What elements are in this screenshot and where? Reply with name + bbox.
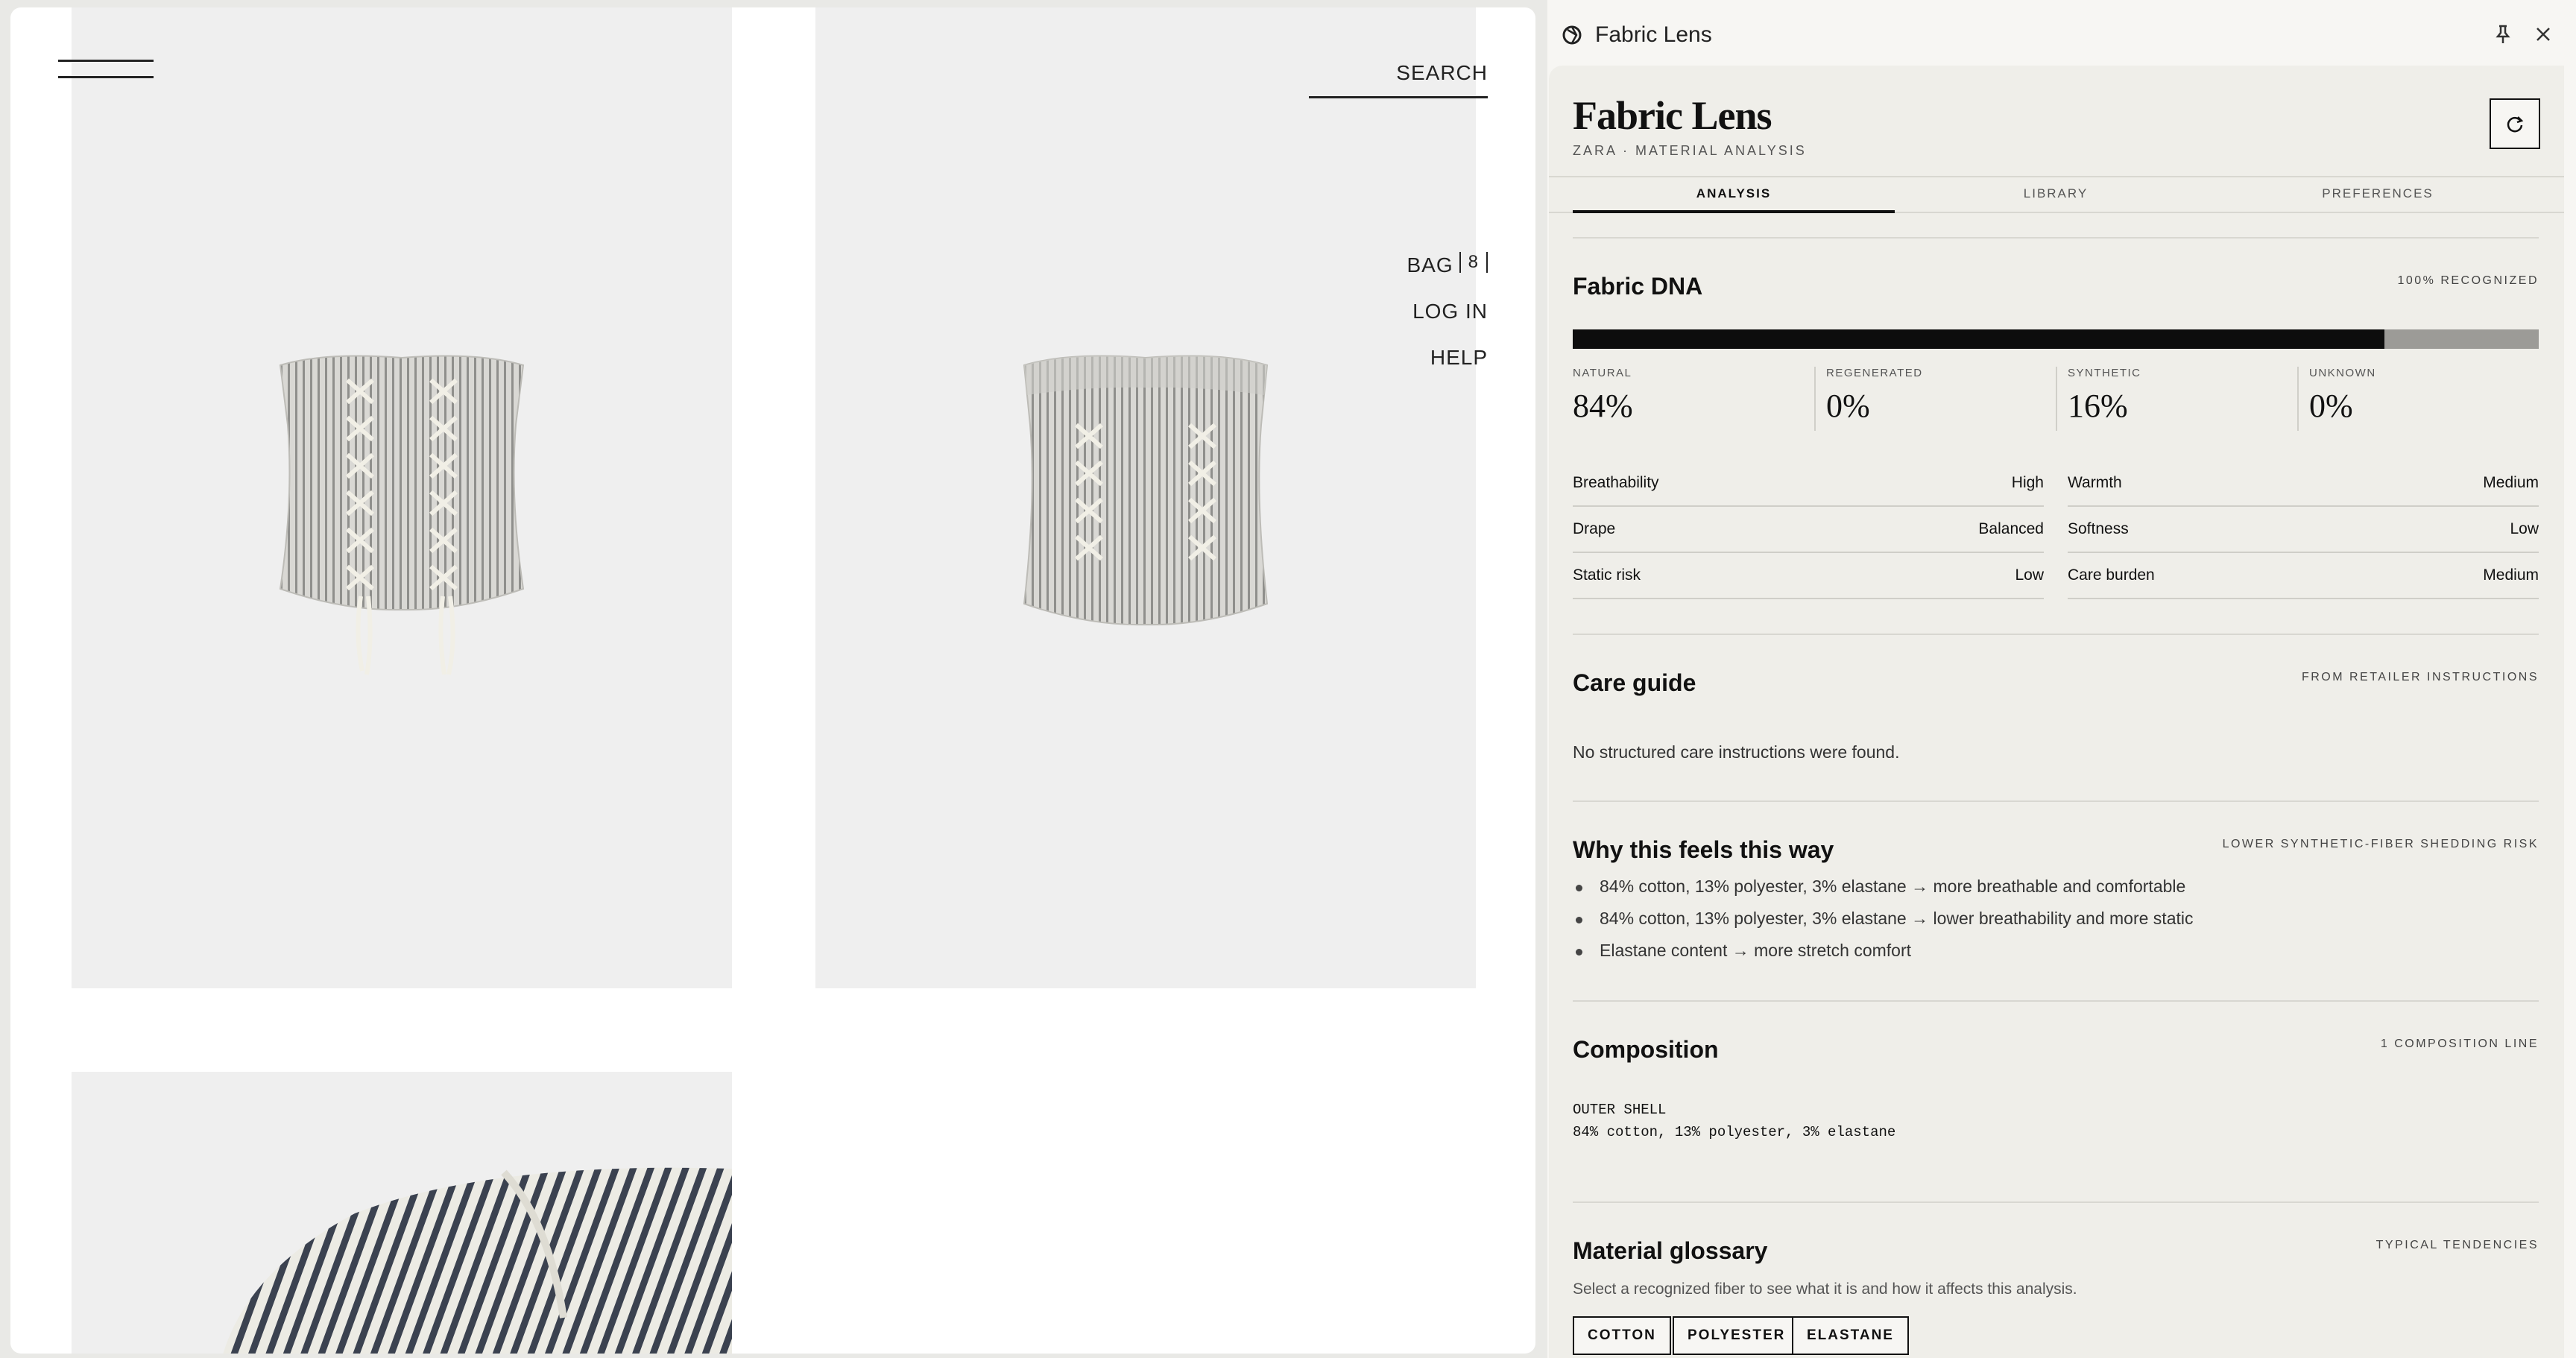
close-icon[interactable] xyxy=(2531,22,2555,46)
property-key: Care burden xyxy=(2068,566,2155,584)
composition-tag: 1 COMPOSITION LINE xyxy=(2380,1038,2539,1050)
why-bullet-list: 84% cotton, 13% polyester, 3% elastane →… xyxy=(1576,877,2194,973)
property-softness: Softness Low xyxy=(2068,507,2539,553)
panel-content: Fabric Lens ZARA · MATERIAL ANALYSIS ANA… xyxy=(1549,66,2564,1358)
bag-count-badge: 8 xyxy=(1459,252,1488,273)
chip-cotton[interactable]: COTTON xyxy=(1573,1316,1671,1355)
composition-title: Composition xyxy=(1573,1036,1719,1063)
stat-label: SYNTHETIC xyxy=(2068,367,2141,379)
stat-label: NATURAL xyxy=(1573,367,1632,379)
tab-analysis[interactable]: ANALYSIS xyxy=(1573,177,1895,213)
bag-label: BAG xyxy=(1407,253,1453,277)
property-value: Medium xyxy=(2483,566,2539,584)
property-value: Low xyxy=(2015,566,2044,584)
stat-value: 0% xyxy=(2309,388,2353,424)
property-breathability: Breathability High xyxy=(1573,461,2044,507)
glossary-hint: Select a recognized fiber to see what it… xyxy=(1573,1280,2077,1298)
composition-part: OUTER SHELL xyxy=(1573,1102,1667,1118)
stat-value: 16% xyxy=(2068,388,2128,424)
product-image-detail[interactable] xyxy=(72,1072,732,1354)
divider xyxy=(1573,634,2539,635)
glossary-title: Material glossary xyxy=(1573,1237,1768,1264)
property-key: Warmth xyxy=(2068,474,2122,491)
stat-natural: NATURAL 84% xyxy=(1573,367,1804,431)
property-drape: Drape Balanced xyxy=(1573,507,2044,553)
brand-title: Fabric Lens xyxy=(1573,93,1772,138)
property-value: High xyxy=(2011,474,2044,491)
help-link[interactable]: HELP xyxy=(1407,346,1489,370)
tab-preferences[interactable]: PREFERENCES xyxy=(2217,177,2539,213)
tab-library[interactable]: LIBRARY xyxy=(1895,177,2217,213)
chip-polyester[interactable]: POLYESTER xyxy=(1673,1316,1801,1355)
care-guide-message: No structured care instructions were fou… xyxy=(1573,742,1900,762)
composition-line: 84% cotton, 13% polyester, 3% elastane xyxy=(1573,1124,1896,1140)
stat-label: REGENERATED xyxy=(1826,367,1923,379)
panel-header: Fabric Lens xyxy=(1547,0,2576,66)
property-key: Breathability xyxy=(1573,474,1659,491)
property-key: Static risk xyxy=(1573,566,1641,584)
fabric-dna-title: Fabric DNA xyxy=(1573,273,1703,300)
stat-label: UNKNOWN xyxy=(2309,367,2376,379)
tab-bar: ANALYSIS LIBRARY PREFERENCES xyxy=(1549,176,2564,213)
corset-top-back-image xyxy=(1023,355,1269,626)
chip-elastane[interactable]: ELASTANE xyxy=(1792,1316,1909,1355)
property-value: Low xyxy=(2510,520,2539,537)
fabric-dna-bar-fill xyxy=(1573,329,2384,349)
glossary-tag: TYPICAL TENDENCIES xyxy=(2375,1239,2539,1251)
stat-value: 0% xyxy=(1826,388,1870,424)
divider xyxy=(1573,800,2539,802)
menu-icon[interactable] xyxy=(58,52,154,88)
why-bullet: 84% cotton, 13% polyester, 3% elastane →… xyxy=(1576,877,2194,909)
striped-fabric-detail-image xyxy=(223,1167,732,1354)
care-guide-tag: FROM RETAILER INSTRUCTIONS xyxy=(2301,671,2539,683)
brand-subtitle: ZARA · MATERIAL ANALYSIS xyxy=(1573,143,1807,158)
product-image-front[interactable] xyxy=(72,7,732,988)
property-value: Medium xyxy=(2483,474,2539,491)
refresh-button[interactable] xyxy=(2490,98,2540,149)
fabric-lens-side-panel: Fabric Lens Fabric Lens ZARA · MATERIAL … xyxy=(1547,0,2576,1358)
bag-link[interactable]: BAG 8 xyxy=(1407,252,1488,277)
property-warmth: Warmth Medium xyxy=(2068,461,2539,507)
divider xyxy=(1573,237,2539,239)
why-title: Why this feels this way xyxy=(1573,836,1834,863)
divider xyxy=(1573,1201,2539,1203)
why-bullet: Elastane content → more stretch comfort xyxy=(1576,941,2194,973)
property-static-risk: Static risk Low xyxy=(1573,553,2044,599)
store-nav: BAG 8 LOG IN HELP xyxy=(1407,252,1489,392)
stat-value: 84% xyxy=(1573,388,1633,424)
property-key: Softness xyxy=(2068,520,2129,537)
stat-regenerated: REGENERATED 0% xyxy=(1814,367,2045,431)
why-tag: LOWER SYNTHETIC-FIBER SHEDDING RISK xyxy=(2222,838,2539,850)
divider xyxy=(1573,1000,2539,1002)
login-link[interactable]: LOG IN xyxy=(1407,300,1489,323)
property-care-burden: Care burden Medium xyxy=(2068,553,2539,599)
search-link[interactable]: SEARCH xyxy=(1309,52,1488,98)
product-image-back[interactable] xyxy=(815,7,1476,988)
stat-unknown: UNKNOWN 0% xyxy=(2297,367,2528,431)
why-bullet: 84% cotton, 13% polyester, 3% elastane →… xyxy=(1576,909,2194,941)
property-value: Balanced xyxy=(1978,520,2044,537)
panel-title: Fabric Lens xyxy=(1595,22,1712,47)
property-key: Drape xyxy=(1573,520,1616,537)
fabric-dna-bar xyxy=(1573,329,2539,349)
corset-top-front-image xyxy=(279,355,525,675)
fabric-dna-tag: 100% RECOGNIZED xyxy=(2397,274,2539,287)
refresh-icon xyxy=(2507,116,2524,133)
store-page: SEARCH BAG 8 LOG IN HELP xyxy=(10,7,1535,1354)
stat-synthetic: SYNTHETIC 16% xyxy=(2056,367,2287,431)
fabric-lens-logo-icon xyxy=(1562,25,1582,45)
care-guide-title: Care guide xyxy=(1573,669,1696,696)
pin-icon[interactable] xyxy=(2491,22,2515,46)
